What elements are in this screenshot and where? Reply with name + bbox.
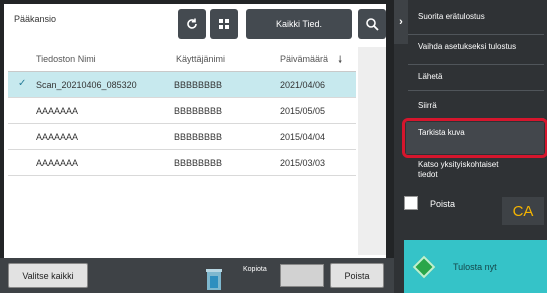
chevron-right-icon: ›	[399, 16, 403, 28]
menu-divider	[408, 34, 544, 35]
file-date: 2015/05/05	[280, 106, 326, 116]
scrollbar-track[interactable]	[358, 47, 386, 255]
refresh-icon	[187, 18, 197, 29]
file-date: 2015/03/03	[280, 158, 326, 168]
delete-button[interactable]: Poista	[330, 263, 384, 288]
file-filter-button[interactable]: Kaikki Tied.	[246, 9, 352, 39]
file-name: AAAAAAA	[36, 158, 79, 168]
print-now-label: Tulosta nyt	[453, 262, 497, 272]
file-filter-label: Kaikki Tied.	[275, 19, 323, 29]
file-date: 2015/04/04	[280, 132, 326, 142]
file-row[interactable]: AAAAAAA BBBBBBBB 2015/04/04	[8, 124, 356, 150]
menu-item-detail-info[interactable]: Katso yksityiskohtaiset tiedot	[418, 160, 518, 180]
highlight-frame	[402, 118, 547, 158]
refresh-button[interactable]	[178, 9, 206, 39]
search-icon	[366, 18, 379, 31]
folder-title: Pääkansio	[14, 14, 57, 24]
file-name: AAAAAAA	[36, 132, 79, 142]
menu-item-change-to-print[interactable]: Vaihda asetukseksi tulostus	[418, 42, 544, 52]
column-header-user-name[interactable]: Käyttäjänimi	[176, 54, 225, 64]
menu-item-move[interactable]: Siirrä	[418, 101, 544, 111]
file-row[interactable]: AAAAAAA BBBBBBBB 2015/05/05	[8, 98, 356, 124]
menu-item-send[interactable]: Lähetä	[418, 72, 544, 82]
select-all-label: Valitse kaikki	[22, 270, 74, 281]
file-row[interactable]: ✓ Scan_20210406_085320 BBBBBBBB 2021/04/…	[8, 72, 356, 98]
sort-descending-icon[interactable]: 🠗	[338, 53, 342, 70]
file-user: BBBBBBBB	[174, 106, 223, 116]
clear-all-button[interactable]: CA	[502, 197, 544, 225]
copies-label: Kopiota	[243, 266, 267, 273]
clear-all-label: CA	[512, 202, 534, 220]
thumbnail-view-button[interactable]	[210, 9, 238, 39]
delete-checkbox[interactable]	[404, 196, 418, 210]
file-row[interactable]: AAAAAAA BBBBBBBB 2015/03/03	[8, 150, 356, 176]
check-mark-icon: ✓	[18, 78, 27, 89]
column-header-date[interactable]: Päivämäärä	[280, 54, 328, 64]
column-header-file-name[interactable]: Tiedoston Nimi	[36, 54, 96, 64]
copies-input[interactable]	[280, 264, 324, 287]
grid-icon	[219, 19, 229, 29]
file-date: 2021/04/06	[280, 80, 326, 90]
delete-checkbox-label: Poista	[430, 199, 456, 209]
menu-divider	[408, 64, 544, 65]
menu-item-batch-print[interactable]: Suorita erätulostus	[418, 12, 544, 22]
search-button[interactable]	[358, 9, 386, 39]
file-user: BBBBBBBB	[174, 158, 223, 168]
select-all-button[interactable]: Valitse kaikki	[8, 263, 88, 288]
collapse-menu-button[interactable]: ›	[394, 0, 408, 44]
file-user: BBBBBBBB	[174, 80, 223, 90]
trash-can-icon	[206, 269, 222, 290]
file-name: Scan_20210406_085320	[36, 80, 137, 90]
delete-label: Poista	[344, 270, 370, 281]
column-headers: Tiedoston Nimi Käyttäjänimi Päivämäärä 🠗	[8, 47, 356, 71]
file-user: BBBBBBBB	[174, 132, 223, 142]
file-name: AAAAAAA	[36, 106, 79, 116]
menu-divider	[408, 90, 544, 91]
